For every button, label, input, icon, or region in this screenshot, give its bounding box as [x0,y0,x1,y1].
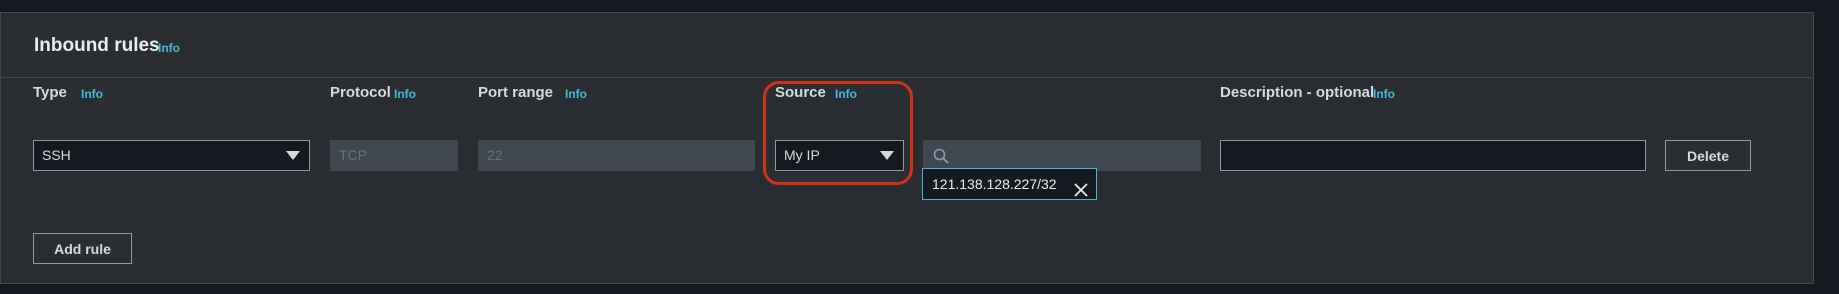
description-input[interactable] [1220,140,1646,171]
type-select-value: SSH [42,147,71,163]
type-label: Type [33,84,67,101]
panel-info-link[interactable]: Info [158,41,180,55]
description-label: Description - optional [1220,84,1375,101]
description-info-link[interactable]: Info [1373,87,1395,101]
source-select[interactable]: My IP [775,140,904,171]
caret-down-icon [880,151,894,160]
source-ip-token-label: 121.138.128.227/32 [932,176,1057,192]
port-range-label: Port range [478,84,554,101]
caret-down-icon [286,151,300,160]
source-ip-token: 121.138.128.227/32 [922,168,1097,200]
add-rule-button[interactable]: Add rule [33,233,132,264]
port-range-field: 22 [478,140,755,171]
protocol-info-link[interactable]: Info [394,87,416,101]
protocol-field: TCP [330,140,458,171]
panel-title: Inbound rules [34,35,160,56]
source-label: Source [775,84,826,101]
delete-button[interactable]: Delete [1665,140,1751,171]
port-range-value: 22 [487,147,503,163]
close-icon[interactable] [1074,177,1088,207]
search-icon [933,148,949,169]
port-range-info-link[interactable]: Info [565,87,587,101]
protocol-value: TCP [339,147,367,163]
source-select-value: My IP [784,147,820,163]
type-select[interactable]: SSH [33,140,310,171]
source-search-field[interactable] [923,140,1201,172]
protocol-label: Protocol [330,84,391,101]
panel-header: Inbound rules Info [1,13,1813,78]
source-info-link[interactable]: Info [835,87,857,101]
type-info-link[interactable]: Info [81,87,103,101]
